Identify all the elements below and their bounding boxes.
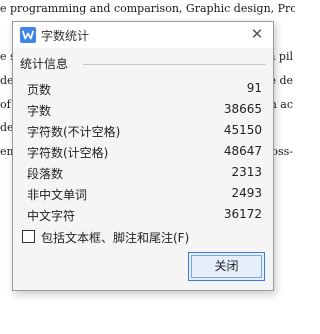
checkbox-label[interactable]: 包括文本框、脚注和尾注(F): [41, 229, 189, 246]
checkbox-box[interactable]: [22, 230, 35, 243]
stat-row-words: 字数 38665: [27, 100, 262, 120]
dialog-titlebar[interactable]: 字数统计 ✕: [13, 22, 273, 48]
stat-label: 字符数(计空格): [27, 146, 109, 160]
stat-label: 字数: [27, 104, 52, 118]
stat-value: 36172: [223, 207, 262, 221]
stat-row-pages: 页数 91: [27, 79, 262, 99]
stat-label: 页数: [27, 83, 52, 97]
close-button[interactable]: 关闭: [188, 252, 265, 281]
stat-value: 48647: [223, 144, 262, 158]
close-icon[interactable]: ✕: [248, 25, 266, 43]
document-text-line: e programming and comparison, Graphic de…: [0, 2, 295, 15]
stat-value: 45150: [223, 123, 262, 137]
stat-row-non-chinese-words: 非中文单词 2493: [27, 184, 262, 204]
dialog-title: 字数统计: [41, 29, 90, 43]
stat-value: 2493: [231, 186, 262, 200]
stat-row-paragraphs: 段落数 2313: [27, 163, 262, 183]
stat-value: 38665: [223, 102, 262, 116]
group-title: 统计信息: [20, 55, 73, 72]
stat-row-chars-with-spaces: 字符数(计空格) 48647: [27, 142, 262, 162]
close-button-label: 关闭: [214, 259, 239, 273]
stat-value: 2313: [231, 165, 262, 179]
stat-label: 非中文单词: [27, 188, 88, 202]
stat-label: 中文字符: [27, 209, 76, 223]
word-count-dialog: 字数统计 ✕ 统计信息 页数 91 字数 38665 字符数(不计空格) 451…: [12, 21, 274, 291]
stat-label: 段落数: [27, 167, 64, 181]
group-divider: [83, 64, 266, 65]
stat-row-chars-no-spaces: 字符数(不计空格) 45150: [27, 121, 262, 141]
stat-label: 字符数(不计空格): [27, 125, 121, 139]
stat-value: 91: [246, 81, 262, 95]
stat-row-chinese-chars: 中文字符 36172: [27, 205, 262, 225]
include-textbox-footnotes-checkbox[interactable]: 包括文本框、脚注和尾注(F): [22, 228, 262, 246]
wps-writer-icon: [20, 27, 36, 43]
